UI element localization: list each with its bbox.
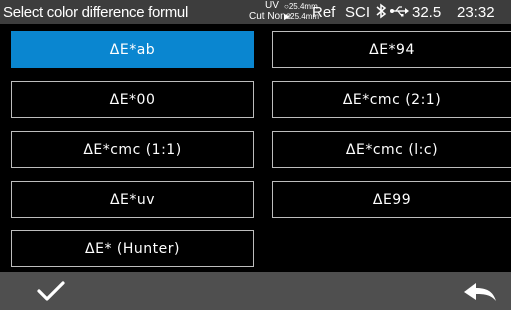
- light-source-label: UV: [265, 0, 279, 11]
- formula-option-de-94[interactable]: ΔE*94: [272, 31, 511, 68]
- formula-option-de-uv[interactable]: ΔE*uv: [11, 181, 254, 218]
- checkmark-icon[interactable]: [36, 280, 66, 302]
- formula-option-de-cmc-l-c[interactable]: ΔE*cmc (l:c): [272, 131, 511, 168]
- formula-option-de-ab[interactable]: ΔE*ab: [11, 31, 254, 68]
- formula-option-de-cmc-1-1[interactable]: ΔE*cmc (1:1): [11, 131, 254, 168]
- clock: 23:32: [457, 4, 495, 21]
- mode-sci-label: SCI: [345, 4, 371, 21]
- return-arrow-icon[interactable]: [462, 281, 498, 303]
- status-bar: Select color difference formul UV Cut No…: [0, 0, 511, 24]
- formula-option-de99[interactable]: ΔE99: [272, 181, 511, 218]
- formula-option-de-cmc-2-1[interactable]: ΔE*cmc (2:1): [272, 81, 511, 118]
- bottom-bar: [0, 272, 511, 310]
- bluetooth-icon: [375, 3, 387, 23]
- formula-option-de-00[interactable]: ΔE*00: [11, 81, 254, 118]
- page-title: Select color difference formul: [3, 4, 188, 21]
- mode-ref-label: Ref: [312, 4, 336, 21]
- formula-option-de-hunter[interactable]: ΔE* (Hunter): [11, 230, 254, 267]
- temperature-readout: 32.5: [412, 4, 442, 21]
- usb-icon: [389, 4, 409, 21]
